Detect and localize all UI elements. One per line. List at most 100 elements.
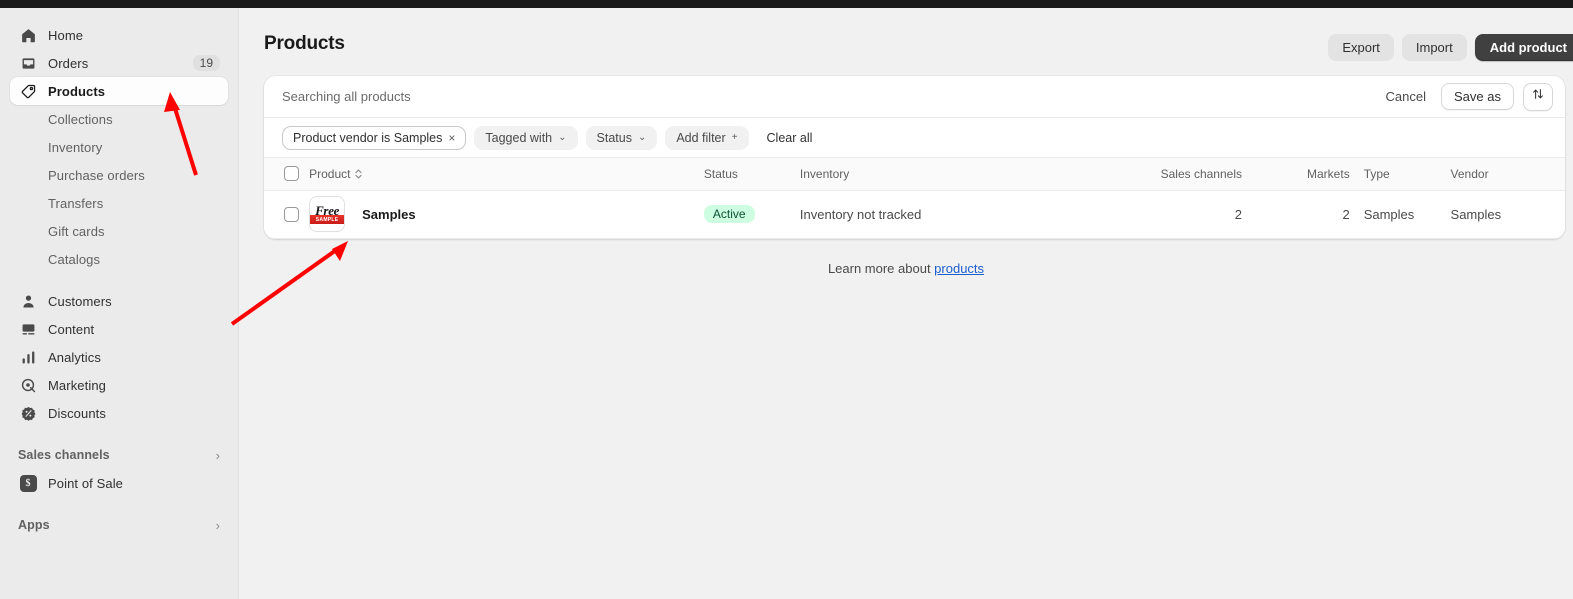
filter-row: Product vendor is Samples × Tagged with … — [264, 118, 1565, 158]
column-header-label: Sales channels — [1160, 166, 1242, 181]
column-header-label: Inventory — [799, 166, 850, 181]
sidebar-item-marketing[interactable]: Marketing — [10, 371, 228, 399]
sales-channels-cell: 2 — [1080, 190, 1258, 239]
product-name-link[interactable]: Samples — [362, 207, 415, 222]
sidebar-subitem-label: Collections — [48, 111, 113, 127]
point-of-sale-glyph: $ — [19, 474, 37, 492]
sidebar-item-discounts[interactable]: Discounts — [10, 399, 228, 427]
column-header-sales-channels: Sales channels — [1080, 158, 1258, 191]
select-all-checkbox[interactable] — [284, 166, 299, 182]
sidebar-subitem-label: Purchase orders — [48, 167, 145, 183]
filter-chip-product-vendor[interactable]: Product vendor is Samples × — [282, 125, 467, 150]
sidebar-item-gift-cards[interactable]: Gift cards — [10, 217, 228, 245]
filter-chip-label: Status — [596, 130, 632, 145]
page-header: Products Export Import Add product — [239, 8, 1573, 76]
markets-cell: 2 — [1258, 190, 1364, 239]
sidebar-item-orders[interactable]: Orders 19 — [10, 49, 228, 77]
page-title: Products — [264, 33, 345, 54]
thumbnail-sample-ribbon: SAMPLE — [310, 215, 345, 224]
point-of-sale-icon: $ — [18, 473, 38, 493]
sidebar-section-label: Sales channels — [18, 448, 110, 462]
sidebar-item-label: Content — [48, 321, 95, 337]
sidebar: Home Orders 19 Products Collections Inve… — [0, 8, 239, 599]
home-icon — [18, 25, 38, 45]
add-product-button[interactable]: Add product — [1474, 34, 1573, 61]
sort-chevrons-icon — [354, 168, 363, 180]
products-help-link[interactable]: products — [934, 261, 984, 276]
column-header-label: Status — [703, 166, 738, 181]
customer-person-icon — [18, 291, 38, 311]
sidebar-subitem-label: Catalogs — [48, 251, 101, 267]
chevron-right-icon: › — [215, 517, 220, 533]
row-checkbox[interactable] — [284, 206, 299, 222]
marketing-target-icon — [18, 375, 38, 395]
column-header-status: Status — [703, 158, 800, 191]
table-row[interactable]: Free SAMPLE Samples Active Inventory not… — [264, 190, 1565, 239]
product-cell: Free SAMPLE Samples — [309, 190, 704, 239]
learn-more-footer: Learn more about products — [239, 261, 1573, 276]
discount-badge-icon — [18, 403, 38, 423]
sidebar-section-apps[interactable]: Apps › — [10, 511, 228, 539]
header-actions: Export Import Add product — [1328, 34, 1573, 61]
product-tag-icon — [18, 81, 38, 101]
main-content: Products Export Import Add product Searc… — [239, 8, 1573, 599]
sidebar-item-products[interactable]: Products — [10, 77, 228, 105]
sort-button[interactable] — [1523, 82, 1553, 111]
orders-count-badge: 19 — [192, 55, 220, 71]
sidebar-item-point-of-sale[interactable]: $ Point of Sale — [10, 469, 228, 497]
save-as-button[interactable]: Save as — [1441, 83, 1514, 110]
products-card: Searching all products Cancel Save as Pr… — [264, 76, 1565, 239]
sidebar-item-transfers[interactable]: Transfers — [10, 189, 228, 217]
add-filter-button[interactable]: Add filter + — [665, 125, 749, 150]
export-button[interactable]: Export — [1328, 34, 1394, 61]
top-bar — [0, 0, 1573, 8]
import-button[interactable]: Import — [1401, 34, 1467, 61]
sidebar-section-sales-channels[interactable]: Sales channels › — [10, 441, 228, 469]
content-media-icon — [18, 319, 38, 339]
sidebar-item-inventory[interactable]: Inventory — [10, 133, 228, 161]
column-header-inventory: Inventory — [799, 158, 1081, 191]
sidebar-item-customers[interactable]: Customers — [10, 287, 228, 315]
sidebar-item-home[interactable]: Home — [10, 21, 228, 49]
column-header-label: Type — [1363, 166, 1390, 181]
analytics-bars-icon — [18, 347, 38, 367]
sidebar-item-label: Customers — [48, 293, 112, 309]
sidebar-item-label: Analytics — [48, 349, 101, 365]
clear-all-filters-button[interactable]: Clear all — [761, 127, 819, 149]
vendor-cell: Samples — [1450, 190, 1565, 239]
sidebar-item-collections[interactable]: Collections — [10, 105, 228, 133]
sidebar-item-label: Products — [48, 83, 106, 99]
product-thumbnail[interactable]: Free SAMPLE — [309, 196, 346, 232]
sidebar-item-label: Marketing — [48, 377, 106, 393]
close-icon[interactable]: × — [448, 131, 455, 145]
sidebar-item-label: Orders — [48, 55, 89, 71]
inventory-cell: Inventory not tracked — [799, 190, 1081, 239]
sidebar-subitem-label: Inventory — [48, 139, 103, 155]
column-header-label: Markets — [1307, 166, 1350, 181]
column-header-label: Vendor — [1450, 166, 1489, 181]
filter-chip-status[interactable]: Status ⌄ — [585, 125, 658, 150]
cancel-button[interactable]: Cancel — [1380, 85, 1432, 108]
sidebar-item-purchase-orders[interactable]: Purchase orders — [10, 161, 228, 189]
table-header-row: Product Status Inventory Sales channels … — [264, 158, 1565, 191]
sidebar-item-analytics[interactable]: Analytics — [10, 343, 228, 371]
filter-chip-label: Add filter — [676, 130, 726, 145]
sidebar-item-catalogs[interactable]: Catalogs — [10, 245, 228, 273]
filter-chip-label: Tagged with — [485, 130, 553, 145]
filter-chip-tagged-with[interactable]: Tagged with ⌄ — [474, 125, 578, 150]
sidebar-subitem-label: Gift cards — [48, 223, 105, 239]
search-input[interactable]: Searching all products — [282, 89, 1380, 104]
table-body: Free SAMPLE Samples Active Inventory not… — [264, 190, 1565, 239]
chevron-down-icon: ⌄ — [637, 132, 647, 143]
sidebar-item-content[interactable]: Content — [10, 315, 228, 343]
product-sort-control[interactable]: Product — [309, 167, 363, 181]
type-cell: Samples — [1363, 190, 1451, 239]
row-select-cell — [264, 190, 310, 239]
column-header-product[interactable]: Product — [309, 158, 704, 191]
sidebar-subitem-label: Transfers — [48, 195, 104, 211]
learn-more-text: Learn more about — [827, 260, 935, 276]
sidebar-section-label: Apps — [18, 518, 50, 532]
